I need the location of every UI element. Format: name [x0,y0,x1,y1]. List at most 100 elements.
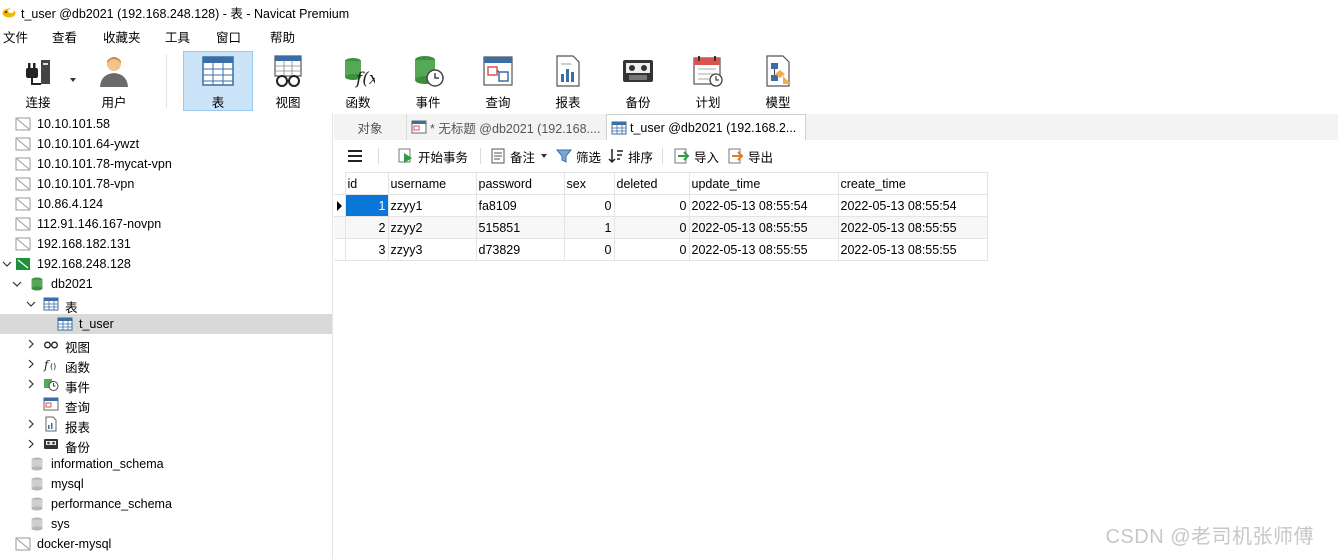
tree-connection[interactable]: 10.10.101.78-vpn [0,174,332,194]
tree-connection-open[interactable]: 192.168.248.128 [0,254,332,274]
chevron-right-icon[interactable] [25,336,37,352]
chevron-down-icon[interactable] [25,296,37,312]
tab-t-user[interactable]: t_user @db2021 (192.168.2... [606,114,806,141]
menu-favorites[interactable]: 收藏夹 [103,27,141,46]
chevron-down-icon[interactable] [11,276,23,292]
menu-window[interactable]: 窗口 [216,27,241,46]
table-cell[interactable]: 2022-05-13 08:55:54 [837,194,988,217]
column-header-create-time[interactable]: create_time [837,172,988,195]
tree-database[interactable]: db2021 [0,274,332,294]
report-button[interactable]: 报表 [536,52,600,110]
backup-button[interactable]: 备份 [606,52,670,110]
tree-tables-folder[interactable]: 表 [0,294,332,315]
table-cell[interactable]: 2022-05-13 08:55:55 [837,238,988,261]
tree-reports-folder[interactable]: 报表 [0,414,332,435]
function-icon: f(x) [345,58,375,88]
user-button[interactable]: 用户 [88,52,140,110]
table-cell[interactable]: d73829 [475,238,565,261]
filter-button[interactable]: 筛选 [556,147,601,165]
chevron-right-icon[interactable] [25,416,37,432]
table-cell[interactable]: zzyy2 [387,216,477,239]
event-button[interactable]: 事件 [396,52,460,110]
menu-hamburger-icon[interactable] [348,150,362,162]
view-button[interactable]: 视图 [256,52,320,110]
dropdown-arrow-icon[interactable] [541,154,548,158]
table-cell[interactable]: 2022-05-13 08:55:55 [688,216,839,239]
chevron-down-icon[interactable] [1,256,13,272]
table-cell[interactable]: 0 [563,238,615,261]
chevron-right-icon[interactable] [25,376,37,392]
tree-connection[interactable]: 10.10.101.58 [0,114,332,134]
tree-backups-folder[interactable]: 备份 [0,434,332,455]
data-grid[interactable]: id username password sex deleted update_… [334,172,988,261]
tree-connection[interactable]: 10.86.4.124 [0,194,332,214]
table-cell[interactable]: 2022-05-13 08:55:55 [837,216,988,239]
table-row[interactable]: 3 zzyy3 d73829 0 0 2022-05-13 08:55:55 2… [334,238,988,261]
tree-connection[interactable]: 10.10.101.78-mycat-vpn [0,154,332,174]
query-button[interactable]: 查询 [466,52,530,110]
column-header-sex[interactable]: sex [563,172,615,195]
table-cell[interactable]: 0 [563,194,615,217]
table-cell[interactable]: 515851 [475,216,565,239]
table-cell[interactable]: zzyy3 [387,238,477,261]
table-row[interactable]: 1 zzyy1 fa8109 0 0 2022-05-13 08:55:54 2… [334,194,988,217]
tree-functions-folder[interactable]: f() 函数 [0,354,332,375]
column-header-update-time[interactable]: update_time [688,172,839,195]
begin-transaction-button[interactable]: 开始事务 [398,147,468,165]
tree-connection[interactable]: 112.91.146.167-novpn [0,214,332,234]
table-cell[interactable]: 0 [613,238,690,261]
tree-views-folder[interactable]: 视图 [0,334,332,355]
dropdown-arrow-icon[interactable] [70,78,76,82]
chevron-right-icon[interactable] [25,356,37,372]
menu-view[interactable]: 查看 [52,27,77,46]
model-button[interactable]: 模型 [746,52,810,110]
tree-events-folder[interactable]: 事件 [0,374,332,395]
tree-connection[interactable]: 10.10.101.64-ywzt [0,134,332,154]
tree-database[interactable]: performance_schema [0,494,332,514]
table-cell[interactable]: 3 [344,238,389,261]
column-header-username[interactable]: username [387,172,477,195]
tab-untitled-query[interactable]: * 无标题 @db2021 (192.168.... [406,114,606,140]
chevron-right-icon[interactable] [25,436,37,452]
svg-text:f(x): f(x) [354,69,375,88]
database-icon [31,517,43,531]
column-header-id[interactable]: id [344,172,389,195]
tree-connection[interactable]: 192.168.182.131 [0,234,332,254]
menu-tools[interactable]: 工具 [165,27,190,46]
connection-label: 10.10.101.78-mycat-vpn [37,157,172,171]
function-button[interactable]: f(x) 函数 [326,52,390,110]
schedule-button[interactable]: 计划 [676,52,740,110]
table-cell[interactable]: 0 [613,216,690,239]
connect-button[interactable]: 连接 [14,52,76,110]
table-cell[interactable]: zzyy1 [387,194,477,217]
connection-icon [15,137,31,151]
tree-database[interactable]: sys [0,514,332,534]
tab-objects[interactable]: 对象 [334,114,406,140]
tree-database[interactable]: mysql [0,474,332,494]
tree-database[interactable]: information_schema [0,454,332,474]
table-cell[interactable]: 0 [613,194,690,217]
database-label: sys [51,517,70,531]
tree-connection[interactable]: docker-mysql [0,534,332,554]
connection-label: 112.91.146.167-novpn [37,217,162,231]
menu-file[interactable]: 文件 [3,27,28,46]
table-cell[interactable]: fa8109 [475,194,565,217]
table-cell[interactable]: 1 [563,216,615,239]
table-button[interactable]: 表 [183,51,253,111]
export-button[interactable]: 导出 [728,147,773,165]
sort-button[interactable]: 排序 [608,147,653,165]
import-label: 导入 [694,150,720,165]
table-row[interactable]: 2 zzyy2 515851 1 0 2022-05-13 08:55:55 2… [334,216,988,239]
table-cell[interactable]: 2 [344,216,389,239]
table-cell[interactable]: 1 [344,194,389,217]
table-cell[interactable]: 2022-05-13 08:55:54 [688,194,839,217]
tree-queries-folder[interactable]: 查询 [0,394,332,415]
report-icon [556,55,580,87]
notes-button[interactable]: 备注 [490,147,548,165]
import-button[interactable]: 导入 [674,147,719,165]
column-header-password[interactable]: password [475,172,565,195]
table-cell[interactable]: 2022-05-13 08:55:55 [688,238,839,261]
column-header-deleted[interactable]: deleted [613,172,690,195]
tree-table-t-user[interactable]: t_user [0,314,332,334]
menu-help[interactable]: 帮助 [270,27,295,46]
